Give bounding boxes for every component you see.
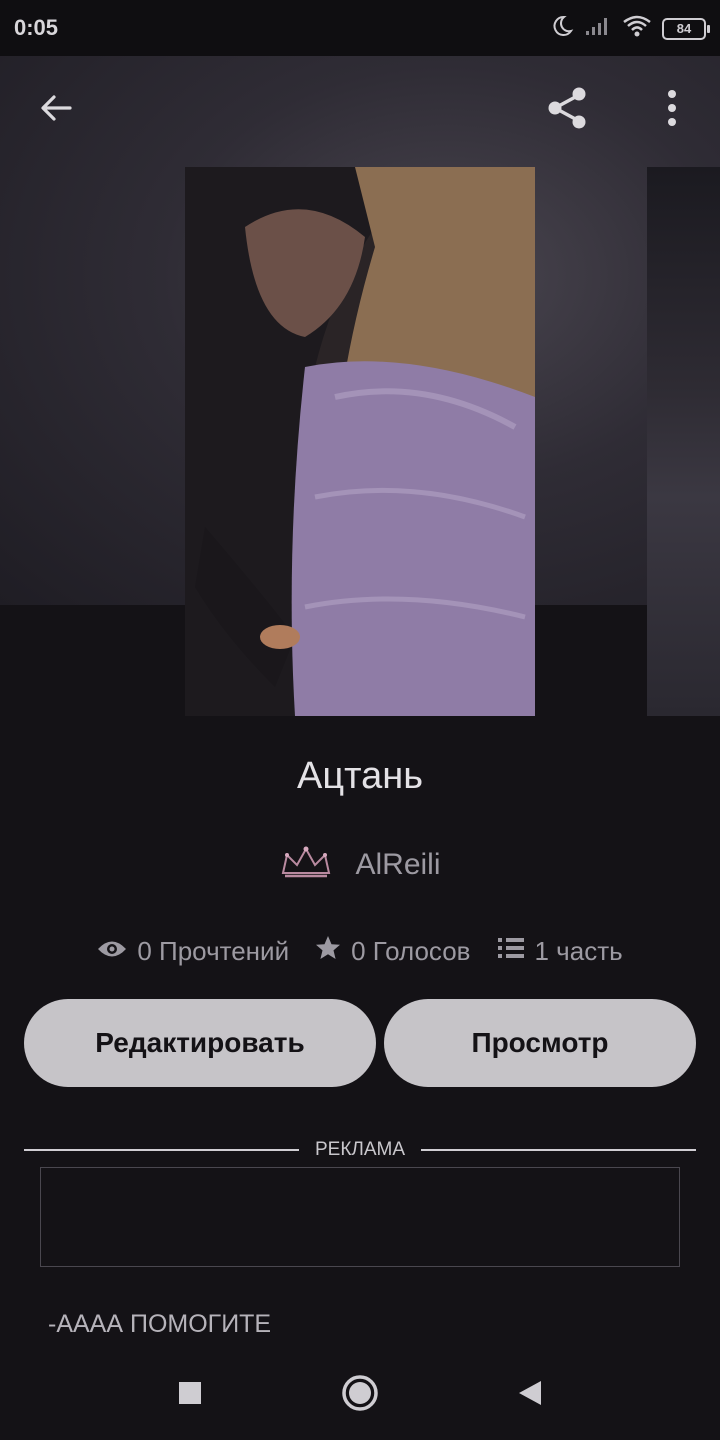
votes-stat: 0 Голосов bbox=[315, 935, 471, 968]
system-navigation-bar bbox=[0, 1350, 720, 1440]
reads-stat: 0 Прочтений bbox=[97, 936, 289, 967]
share-icon bbox=[542, 83, 592, 138]
triangle-back-icon bbox=[517, 1379, 543, 1412]
next-story-cover[interactable] bbox=[647, 167, 720, 716]
reads-count: 0 Прочтений bbox=[137, 935, 290, 966]
share-button[interactable] bbox=[535, 78, 599, 142]
back-nav-button[interactable] bbox=[500, 1365, 560, 1425]
ad-header: РЕКЛАМА bbox=[24, 1136, 696, 1164]
circle-icon bbox=[340, 1373, 380, 1418]
story-details-screen: 0:05 84 Ацтань AlReili 0 Прочтений 0 Гол… bbox=[0, 0, 720, 1440]
square-icon bbox=[177, 1380, 203, 1411]
arrow-left-icon bbox=[38, 90, 74, 131]
ad-divider-right bbox=[421, 1149, 696, 1151]
status-icons: 84 bbox=[550, 14, 710, 43]
cover-photo-illustration bbox=[185, 167, 535, 716]
story-title: Ацтань bbox=[296, 755, 423, 797]
cellular-signal-icon bbox=[584, 15, 612, 42]
more-vertical-icon bbox=[666, 88, 678, 133]
story-stats: 0 Прочтений 0 Голосов 1 часть bbox=[0, 928, 720, 974]
edit-button[interactable]: Редактировать bbox=[24, 999, 376, 1087]
battery-icon: 84 bbox=[662, 17, 710, 40]
do-not-disturb-moon-icon bbox=[550, 14, 574, 43]
list-icon bbox=[497, 936, 525, 967]
star-icon bbox=[315, 935, 341, 968]
eye-icon bbox=[97, 936, 127, 967]
ad-label: РЕКЛАМА bbox=[314, 1139, 406, 1160]
recent-apps-button[interactable] bbox=[160, 1365, 220, 1425]
more-options-button[interactable] bbox=[640, 78, 704, 142]
ad-container[interactable] bbox=[40, 1167, 680, 1267]
preview-button[interactable]: Просмотр bbox=[384, 999, 696, 1087]
status-bar: 0:05 84 bbox=[0, 0, 720, 56]
author-avatar-crown-icon bbox=[279, 845, 333, 886]
home-button[interactable] bbox=[330, 1365, 390, 1425]
author-row[interactable]: AlReili bbox=[0, 840, 720, 890]
wifi-icon bbox=[622, 15, 652, 42]
parts-count: 1 часть bbox=[534, 935, 623, 966]
status-time: 0:05 bbox=[14, 15, 59, 40]
ad-divider-left bbox=[24, 1149, 299, 1151]
author-name: AlReili bbox=[355, 848, 441, 881]
back-button[interactable] bbox=[24, 78, 88, 142]
votes-count: 0 Голосов bbox=[351, 935, 471, 966]
story-description: -АААА ПОМОГИТЕ bbox=[48, 1310, 272, 1338]
story-cover-image[interactable] bbox=[185, 167, 535, 716]
parts-stat: 1 часть bbox=[497, 936, 623, 967]
